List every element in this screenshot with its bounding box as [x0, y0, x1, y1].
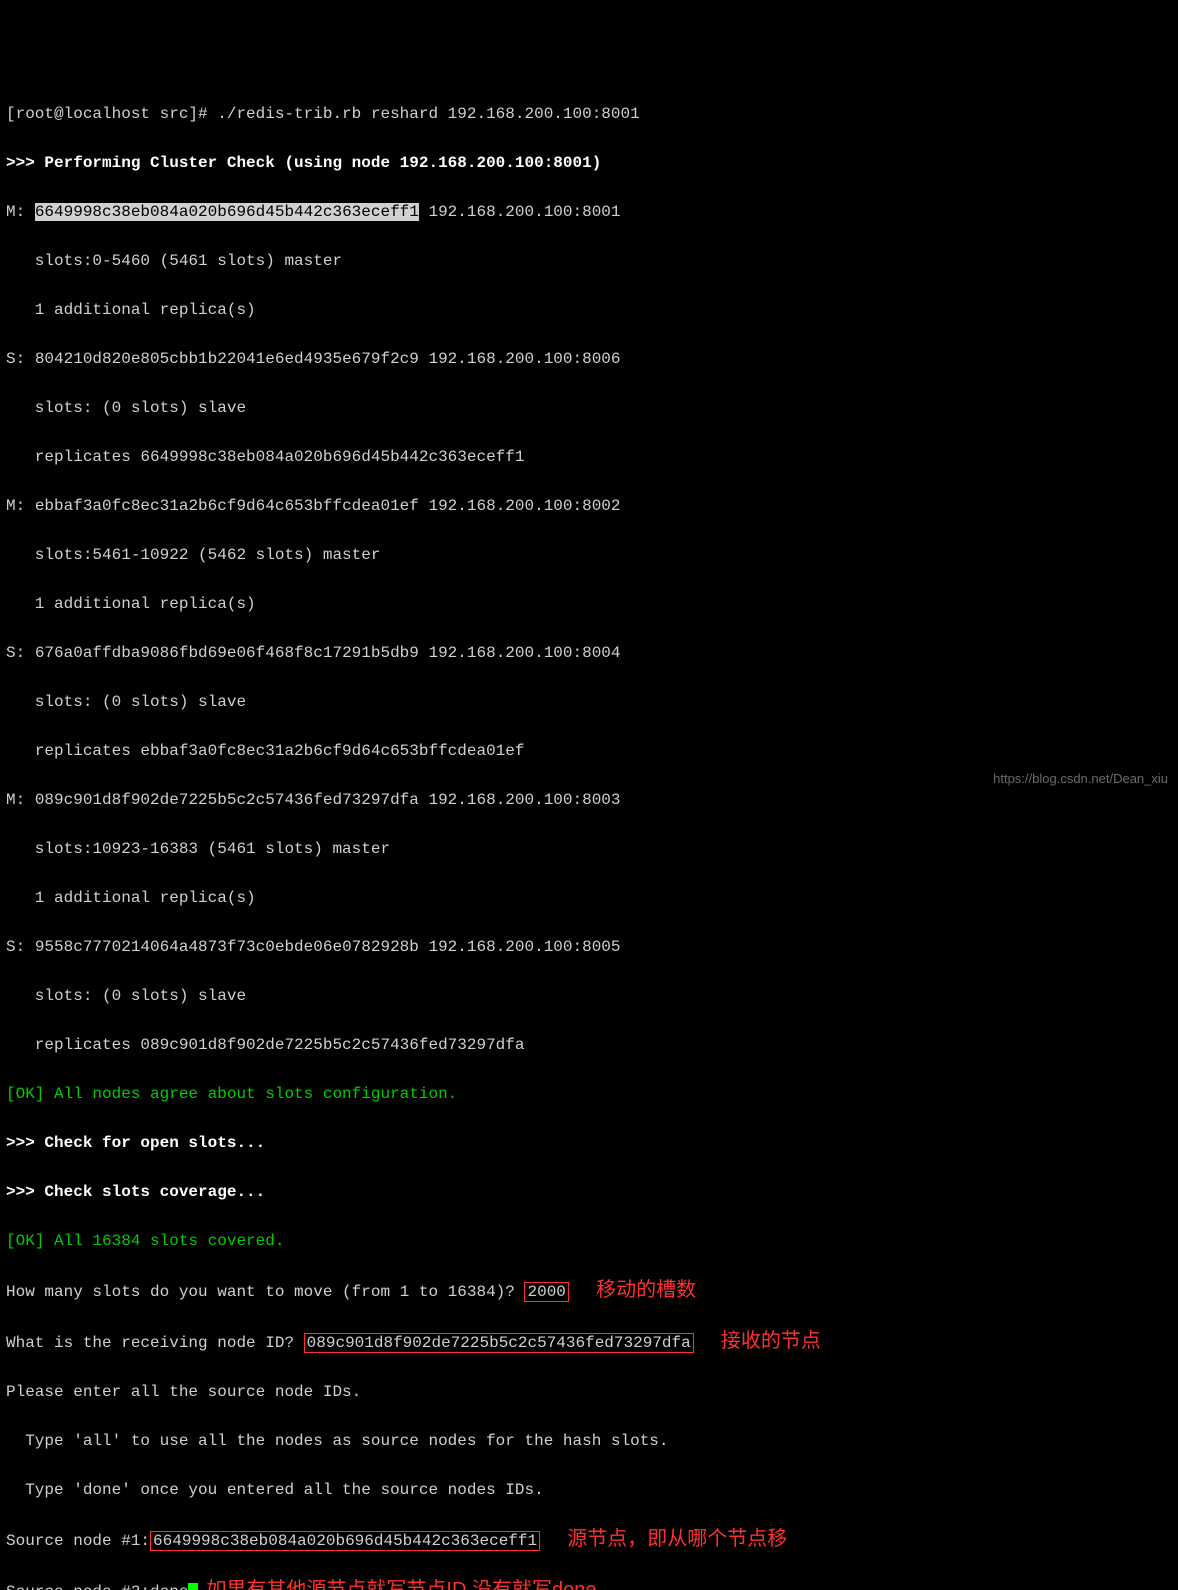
shell-command: ./redis-trib.rb reshard 192.168.200.100:… [217, 105, 639, 123]
node-s2-slots: slots: (0 slots) slave [6, 690, 1172, 715]
node-s2-replicates: replicates ebbaf3a0fc8ec31a2b6cf9d64c653… [6, 739, 1172, 764]
node-s2-id: 676a0affdba9086fbd69e06f468f8c17291b5db9 [35, 644, 419, 662]
ok-covered: [OK] All 16384 slots covered. [6, 1229, 1172, 1254]
node-m1-replicas: 1 additional replica(s) [6, 298, 1172, 323]
shell-prompt: [root@localhost src]# [6, 105, 217, 123]
node-m3: M: 089c901d8f902de7225b5c2c57436fed73297… [6, 788, 1172, 813]
cursor-icon [188, 1583, 198, 1590]
ok-agree: [OK] All nodes agree about slots configu… [6, 1082, 1172, 1107]
check-slots-coverage: >>> Check slots coverage... [6, 1180, 1172, 1205]
node-s2: S: 676a0affdba9086fbd69e06f468f8c17291b5… [6, 641, 1172, 666]
node-m2-id: ebbaf3a0fc8ec31a2b6cf9d64c653bffcdea01ef [35, 497, 419, 515]
annotation-done: 如果有其他源节点就写节点ID,没有就写done [206, 1579, 596, 1590]
node-m2: M: ebbaf3a0fc8ec31a2b6cf9d64c653bffcdea0… [6, 494, 1172, 519]
node-m1-slots: slots:0-5460 (5461 slots) master [6, 249, 1172, 274]
node-s1-id: 804210d820e805cbb1b22041e6ed4935e679f2c9 [35, 350, 419, 368]
instr-line1: Please enter all the source node IDs. [6, 1380, 1172, 1405]
annotation-slots: 移动的槽数 [596, 1279, 696, 1301]
input-slots-count[interactable]: 2000 [524, 1282, 568, 1302]
node-m2-replicas: 1 additional replica(s) [6, 592, 1172, 617]
source-node-2: Source node #2:done如果有其他源节点就写节点ID,没有就写do… [6, 1578, 1172, 1590]
node-s3-slots: slots: (0 slots) slave [6, 984, 1172, 1009]
node-s1: S: 804210d820e805cbb1b22041e6ed4935e679f… [6, 347, 1172, 372]
node-m3-id: 089c901d8f902de7225b5c2c57436fed73297dfa [35, 791, 419, 809]
input-source-node-2[interactable]: done [150, 1583, 188, 1590]
node-m1-id[interactable]: 6649998c38eb084a020b696d45b442c363eceff1 [35, 203, 419, 221]
node-m2-slots: slots:5461-10922 (5462 slots) master [6, 543, 1172, 568]
question-slots: How many slots do you want to move (from… [6, 1278, 1172, 1305]
node-m1: M: 6649998c38eb084a020b696d45b442c363ece… [6, 200, 1172, 225]
input-receiving-node-id[interactable]: 089c901d8f902de7225b5c2c57436fed73297dfa [304, 1333, 694, 1353]
check-open-slots: >>> Check for open slots... [6, 1131, 1172, 1156]
node-s3-replicates: replicates 089c901d8f902de7225b5c2c57436… [6, 1033, 1172, 1058]
watermark: https://blog.csdn.net/Dean_xiu [993, 767, 1168, 792]
node-s1-slots: slots: (0 slots) slave [6, 396, 1172, 421]
node-m3-slots: slots:10923-16383 (5461 slots) master [6, 837, 1172, 862]
node-s1-replicates: replicates 6649998c38eb084a020b696d45b44… [6, 445, 1172, 470]
instr-line2: Type 'all' to use all the nodes as sourc… [6, 1429, 1172, 1454]
input-source-node-1[interactable]: 6649998c38eb084a020b696d45b442c363eceff1 [150, 1531, 540, 1551]
instr-line3: Type 'done' once you entered all the sou… [6, 1478, 1172, 1503]
prompt-line[interactable]: [root@localhost src]# ./redis-trib.rb re… [6, 102, 1172, 127]
question-receiving-node: What is the receiving node ID? 089c901d8… [6, 1329, 1172, 1356]
node-m3-replicas: 1 additional replica(s) [6, 886, 1172, 911]
node-s3-id: 9558c7770214064a4873f73c0ebde06e0782928b [35, 938, 419, 956]
annotation-receiving: 接收的节点 [721, 1330, 821, 1352]
node-s3: S: 9558c7770214064a4873f73c0ebde06e07829… [6, 935, 1172, 960]
source-node-1: Source node #1:6649998c38eb084a020b696d4… [6, 1527, 1172, 1554]
annotation-source-node: 源节点，即从哪个节点移 [567, 1528, 787, 1550]
cluster-check-header: >>> Performing Cluster Check (using node… [6, 151, 1172, 176]
